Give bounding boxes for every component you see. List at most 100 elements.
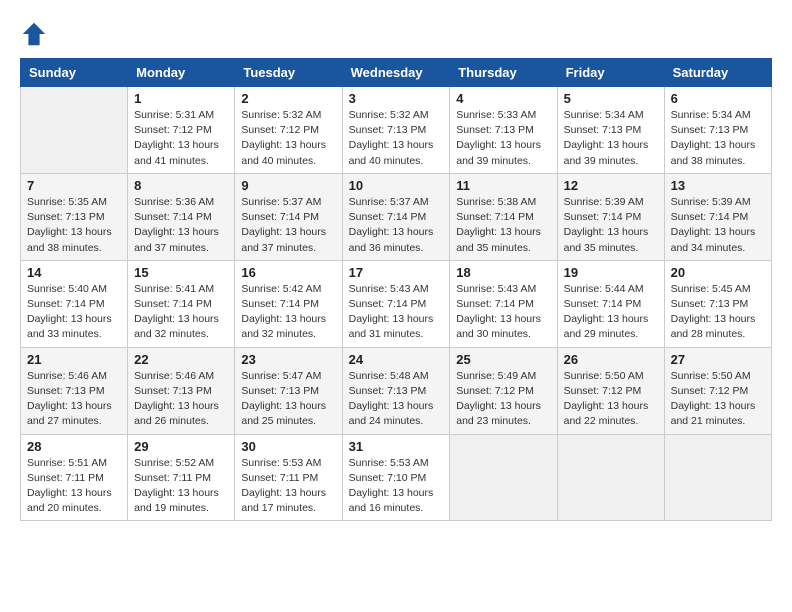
day-info: Sunrise: 5:32 AMSunset: 7:13 PMDaylight:… — [349, 108, 444, 169]
calendar-cell: 13 Sunrise: 5:39 AMSunset: 7:14 PMDayligh… — [664, 173, 771, 260]
column-header-tuesday: Tuesday — [235, 59, 342, 87]
calendar-cell: 1 Sunrise: 5:31 AMSunset: 7:12 PMDaylight… — [128, 87, 235, 174]
day-info: Sunrise: 5:47 AMSunset: 7:13 PMDaylight:… — [241, 369, 335, 430]
day-info: Sunrise: 5:50 AMSunset: 7:12 PMDaylight:… — [564, 369, 658, 430]
calendar-cell: 19 Sunrise: 5:44 AMSunset: 7:14 PMDayligh… — [557, 260, 664, 347]
column-header-thursday: Thursday — [450, 59, 557, 87]
day-info: Sunrise: 5:32 AMSunset: 7:12 PMDaylight:… — [241, 108, 335, 169]
calendar-cell: 27 Sunrise: 5:50 AMSunset: 7:12 PMDayligh… — [664, 347, 771, 434]
calendar-cell — [664, 434, 771, 521]
day-number: 20 — [671, 265, 765, 280]
calendar-cell: 11 Sunrise: 5:38 AMSunset: 7:14 PMDayligh… — [450, 173, 557, 260]
day-info: Sunrise: 5:37 AMSunset: 7:14 PMDaylight:… — [241, 195, 335, 256]
day-number: 9 — [241, 178, 335, 193]
day-number: 4 — [456, 91, 550, 106]
calendar-cell: 31Sunrise: 5:53 AMSunset: 7:10 PMDayligh… — [342, 434, 450, 521]
day-info: Sunrise: 5:45 AMSunset: 7:13 PMDaylight:… — [671, 282, 765, 343]
day-info: Sunrise: 5:46 AMSunset: 7:13 PMDaylight:… — [27, 369, 121, 430]
day-number: 11 — [456, 178, 550, 193]
day-info: Sunrise: 5:52 AMSunset: 7:11 PMDaylight:… — [134, 456, 228, 517]
day-info: Sunrise: 5:51 AMSunset: 7:11 PMDaylight:… — [27, 456, 121, 517]
day-info: Sunrise: 5:53 AMSunset: 7:10 PMDaylight:… — [349, 456, 444, 517]
calendar-cell: 18Sunrise: 5:43 AMSunset: 7:14 PMDayligh… — [450, 260, 557, 347]
column-header-wednesday: Wednesday — [342, 59, 450, 87]
week-row-1: 1 Sunrise: 5:31 AMSunset: 7:12 PMDaylight… — [21, 87, 772, 174]
day-info: Sunrise: 5:40 AMSunset: 7:14 PMDaylight:… — [27, 282, 121, 343]
day-info: Sunrise: 5:42 AMSunset: 7:14 PMDaylight:… — [241, 282, 335, 343]
day-number: 30 — [241, 439, 335, 454]
day-number: 2 — [241, 91, 335, 106]
day-info: Sunrise: 5:33 AMSunset: 7:13 PMDaylight:… — [456, 108, 550, 169]
calendar-cell: 29 Sunrise: 5:52 AMSunset: 7:11 PMDayligh… — [128, 434, 235, 521]
calendar-cell: 28 Sunrise: 5:51 AMSunset: 7:11 PMDayligh… — [21, 434, 128, 521]
week-row-2: 7 Sunrise: 5:35 AMSunset: 7:13 PMDaylight… — [21, 173, 772, 260]
day-number: 3 — [349, 91, 444, 106]
calendar-cell — [450, 434, 557, 521]
calendar-body: 1 Sunrise: 5:31 AMSunset: 7:12 PMDaylight… — [21, 87, 772, 521]
day-number: 14 — [27, 265, 121, 280]
day-number: 28 — [27, 439, 121, 454]
day-number: 18 — [456, 265, 550, 280]
day-number: 16 — [241, 265, 335, 280]
day-number: 23 — [241, 352, 335, 367]
day-number: 13 — [671, 178, 765, 193]
calendar-cell: 22Sunrise: 5:46 AMSunset: 7:13 PMDayligh… — [128, 347, 235, 434]
day-number: 24 — [349, 352, 444, 367]
day-info: Sunrise: 5:31 AMSunset: 7:12 PMDaylight:… — [134, 108, 228, 169]
column-header-saturday: Saturday — [664, 59, 771, 87]
calendar-cell — [21, 87, 128, 174]
day-number: 27 — [671, 352, 765, 367]
day-info: Sunrise: 5:34 AMSunset: 7:13 PMDaylight:… — [671, 108, 765, 169]
calendar-cell: 10 Sunrise: 5:37 AMSunset: 7:14 PMDayligh… — [342, 173, 450, 260]
calendar-cell: 21 Sunrise: 5:46 AMSunset: 7:13 PMDayligh… — [21, 347, 128, 434]
day-number: 29 — [134, 439, 228, 454]
day-info: Sunrise: 5:39 AMSunset: 7:14 PMDaylight:… — [671, 195, 765, 256]
day-number: 19 — [564, 265, 658, 280]
day-info: Sunrise: 5:37 AMSunset: 7:14 PMDaylight:… — [349, 195, 444, 256]
calendar-cell: 2 Sunrise: 5:32 AMSunset: 7:12 PMDaylight… — [235, 87, 342, 174]
day-number: 1 — [134, 91, 228, 106]
page-header — [20, 20, 772, 48]
day-info: Sunrise: 5:53 AMSunset: 7:11 PMDaylight:… — [241, 456, 335, 517]
calendar-cell: 25Sunrise: 5:49 AMSunset: 7:12 PMDayligh… — [450, 347, 557, 434]
week-row-3: 14 Sunrise: 5:40 AMSunset: 7:14 PMDayligh… — [21, 260, 772, 347]
day-number: 22 — [134, 352, 228, 367]
calendar-cell: 30 Sunrise: 5:53 AMSunset: 7:11 PMDayligh… — [235, 434, 342, 521]
column-header-sunday: Sunday — [21, 59, 128, 87]
day-info: Sunrise: 5:35 AMSunset: 7:13 PMDaylight:… — [27, 195, 121, 256]
calendar-cell: 23 Sunrise: 5:47 AMSunset: 7:13 PMDayligh… — [235, 347, 342, 434]
calendar-cell: 26Sunrise: 5:50 AMSunset: 7:12 PMDayligh… — [557, 347, 664, 434]
day-number: 25 — [456, 352, 550, 367]
day-info: Sunrise: 5:43 AMSunset: 7:14 PMDaylight:… — [349, 282, 444, 343]
calendar-cell — [557, 434, 664, 521]
day-info: Sunrise: 5:48 AMSunset: 7:13 PMDaylight:… — [349, 369, 444, 430]
day-number: 5 — [564, 91, 658, 106]
day-number: 10 — [349, 178, 444, 193]
day-info: Sunrise: 5:41 AMSunset: 7:14 PMDaylight:… — [134, 282, 228, 343]
day-info: Sunrise: 5:38 AMSunset: 7:14 PMDaylight:… — [456, 195, 550, 256]
day-number: 17 — [349, 265, 444, 280]
logo-icon — [20, 20, 48, 48]
calendar-cell: 3 Sunrise: 5:32 AMSunset: 7:13 PMDaylight… — [342, 87, 450, 174]
calendar-cell: 24 Sunrise: 5:48 AMSunset: 7:13 PMDayligh… — [342, 347, 450, 434]
day-info: Sunrise: 5:39 AMSunset: 7:14 PMDaylight:… — [564, 195, 658, 256]
logo — [20, 20, 52, 48]
calendar-cell: 14 Sunrise: 5:40 AMSunset: 7:14 PMDayligh… — [21, 260, 128, 347]
calendar-cell: 20 Sunrise: 5:45 AMSunset: 7:13 PMDayligh… — [664, 260, 771, 347]
day-number: 7 — [27, 178, 121, 193]
day-info: Sunrise: 5:44 AMSunset: 7:14 PMDaylight:… — [564, 282, 658, 343]
calendar-cell: 8 Sunrise: 5:36 AMSunset: 7:14 PMDaylight… — [128, 173, 235, 260]
day-number: 21 — [27, 352, 121, 367]
day-number: 15 — [134, 265, 228, 280]
day-number: 8 — [134, 178, 228, 193]
calendar-cell: 9 Sunrise: 5:37 AMSunset: 7:14 PMDaylight… — [235, 173, 342, 260]
calendar-cell: 4 Sunrise: 5:33 AMSunset: 7:13 PMDaylight… — [450, 87, 557, 174]
calendar-cell: 12Sunrise: 5:39 AMSunset: 7:14 PMDayligh… — [557, 173, 664, 260]
calendar-table: SundayMondayTuesdayWednesdayThursdayFrid… — [20, 58, 772, 521]
day-info: Sunrise: 5:36 AMSunset: 7:14 PMDaylight:… — [134, 195, 228, 256]
day-info: Sunrise: 5:50 AMSunset: 7:12 PMDaylight:… — [671, 369, 765, 430]
day-number: 6 — [671, 91, 765, 106]
calendar-cell: 6 Sunrise: 5:34 AMSunset: 7:13 PMDaylight… — [664, 87, 771, 174]
calendar-cell: 7 Sunrise: 5:35 AMSunset: 7:13 PMDaylight… — [21, 173, 128, 260]
week-row-4: 21 Sunrise: 5:46 AMSunset: 7:13 PMDayligh… — [21, 347, 772, 434]
